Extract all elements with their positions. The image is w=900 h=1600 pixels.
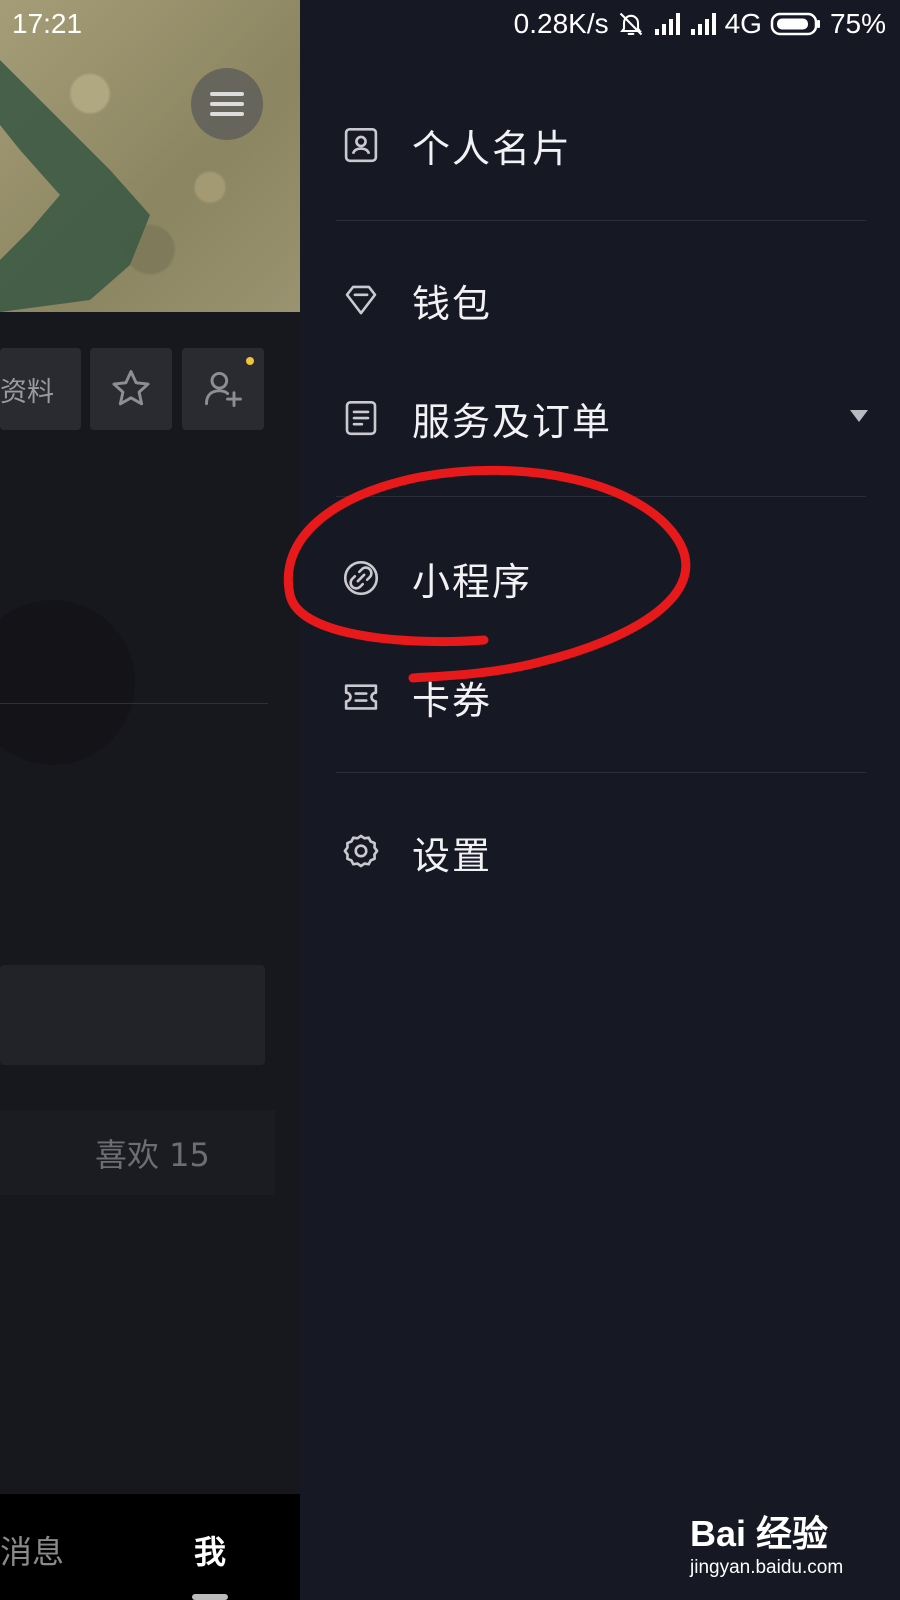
drawer-item-settings[interactable]: 设置 [340, 807, 870, 897]
drawer-item-label: 卡券 [412, 678, 493, 723]
profile-divider [0, 703, 268, 704]
nav-item-messages[interactable]: 消息 [0, 1527, 64, 1573]
drawer-item-label: 设置 [412, 833, 493, 878]
battery-level: 75% [829, 8, 886, 39]
likes-tab-label: 喜欢 15 [95, 1136, 210, 1174]
favorites-button[interactable] [90, 348, 172, 430]
notification-dot [246, 357, 254, 365]
link-icon [340, 557, 382, 599]
battery-icon [770, 12, 820, 36]
network-type: 4G [724, 8, 762, 39]
drawer-item-coupons[interactable]: 卡券 [340, 652, 870, 742]
status-bar: 17:21 0.28K/s 4G 75% [0, 0, 900, 48]
drawer-divider [336, 496, 866, 497]
edit-profile-button[interactable]: 资料 [0, 348, 81, 430]
profile-page: 资料 喜欢 15 消息 我 [0, 0, 300, 1600]
drawer-item-label: 服务及订单 [412, 399, 613, 444]
drawer-item-profile-card[interactable]: 个人名片 [340, 100, 870, 190]
mute-icon [619, 12, 642, 36]
drawer-item-label: 钱包 [412, 281, 493, 326]
drawer-item-services-orders[interactable]: 服务及订单 [340, 373, 870, 463]
signal-icon [690, 13, 716, 35]
watermark-brand: Bai 经验 [690, 1513, 829, 1554]
drawer-item-wallet[interactable]: 钱包 [340, 255, 870, 345]
star-icon [112, 370, 150, 406]
status-indicators: 0.28K/s 4G 75% [514, 8, 886, 40]
nav-active-indicator [192, 1594, 228, 1600]
add-user-icon [205, 371, 242, 407]
side-drawer: 个人名片 钱包 服务及订单 小程序 卡券 设置 [300, 0, 900, 1600]
status-time: 17:21 [12, 8, 83, 39]
wallet-diamond-icon [340, 279, 382, 321]
profile-card-icon [340, 124, 382, 166]
edit-profile-label: 资料 [0, 376, 54, 408]
coupon-icon [340, 676, 382, 718]
drawer-item-mini-programs[interactable]: 小程序 [340, 533, 870, 623]
hamburger-menu-button[interactable] [191, 68, 263, 140]
drawer-divider [336, 220, 866, 221]
nav-item-me[interactable]: 我 [194, 1527, 226, 1573]
drawer-item-label: 小程序 [412, 559, 533, 604]
add-friend-button[interactable] [182, 348, 264, 430]
profile-avatar-placeholder [0, 600, 135, 765]
chevron-down-icon[interactable] [848, 408, 870, 424]
watermark-url: jingyan.baidu.com [690, 1557, 844, 1578]
hamburger-icon [210, 92, 244, 116]
gear-icon [340, 831, 382, 873]
orders-icon [340, 397, 382, 439]
network-speed: 0.28K/s [513, 8, 609, 39]
drawer-item-label: 个人名片 [412, 126, 573, 171]
profile-info-box [0, 965, 265, 1065]
signal-icon [654, 13, 680, 35]
drawer-divider [336, 772, 866, 773]
